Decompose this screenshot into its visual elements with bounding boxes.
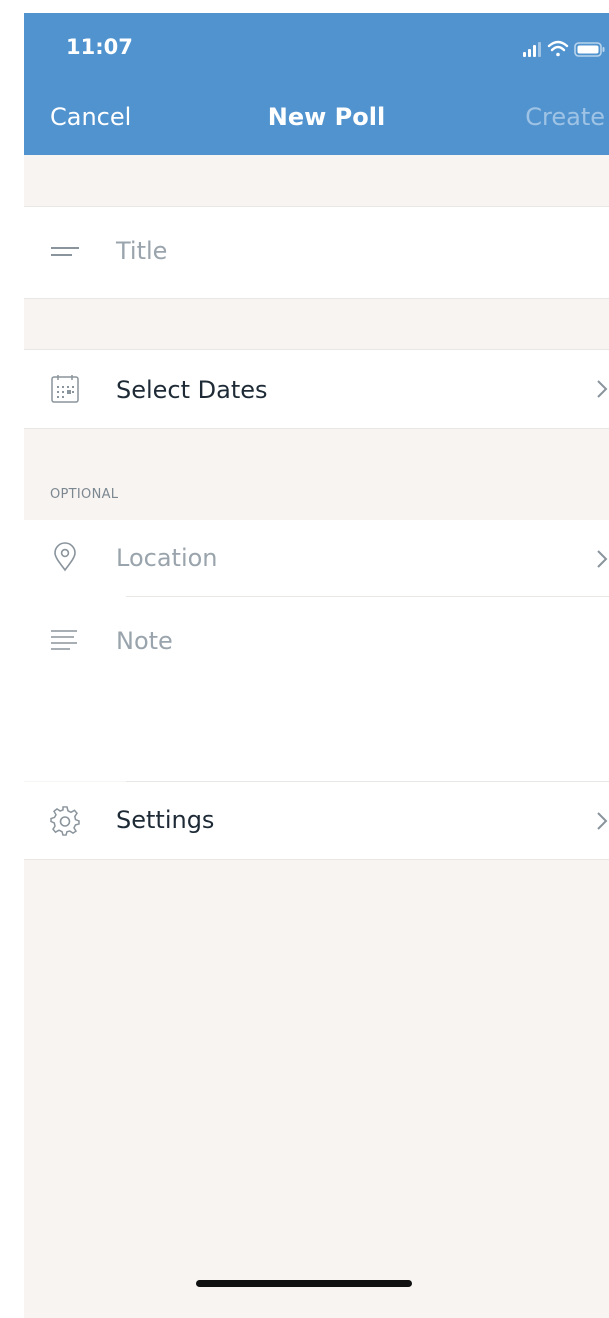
title-lines-icon xyxy=(51,247,79,256)
divider xyxy=(24,298,609,299)
note-lines-icon xyxy=(51,630,77,650)
note-row[interactable]: Note xyxy=(24,597,609,781)
divider xyxy=(24,428,609,429)
chevron-right-icon xyxy=(597,550,608,568)
signal-icon xyxy=(523,42,541,57)
note-input[interactable]: Note xyxy=(116,627,173,655)
location-pin-icon xyxy=(54,542,76,572)
screen: 11:07 Cancel New Poll Create Title Selec… xyxy=(24,13,609,1318)
title-input[interactable]: Title xyxy=(116,237,167,265)
chevron-right-icon xyxy=(597,812,608,830)
page-title: New Poll xyxy=(267,103,386,131)
create-button[interactable]: Create xyxy=(525,103,605,131)
chevron-right-icon xyxy=(597,380,608,398)
divider xyxy=(24,859,609,860)
status-time: 11:07 xyxy=(66,35,133,59)
battery-icon xyxy=(574,42,605,57)
gear-icon xyxy=(50,806,80,836)
settings-row[interactable]: Settings xyxy=(24,782,609,859)
wifi-icon xyxy=(547,40,569,57)
select-dates-row[interactable]: Select Dates xyxy=(24,350,609,428)
section-header-optional: OPTIONAL xyxy=(50,487,119,502)
title-row[interactable]: Title xyxy=(24,207,609,298)
select-dates-label: Select Dates xyxy=(116,376,268,404)
navigation-bar: 11:07 Cancel New Poll Create xyxy=(24,13,609,155)
home-indicator[interactable] xyxy=(196,1280,412,1287)
settings-label: Settings xyxy=(116,806,215,834)
status-icons xyxy=(523,40,605,57)
location-row[interactable]: Location xyxy=(24,520,609,597)
calendar-icon xyxy=(51,375,79,403)
location-input[interactable]: Location xyxy=(116,544,218,572)
